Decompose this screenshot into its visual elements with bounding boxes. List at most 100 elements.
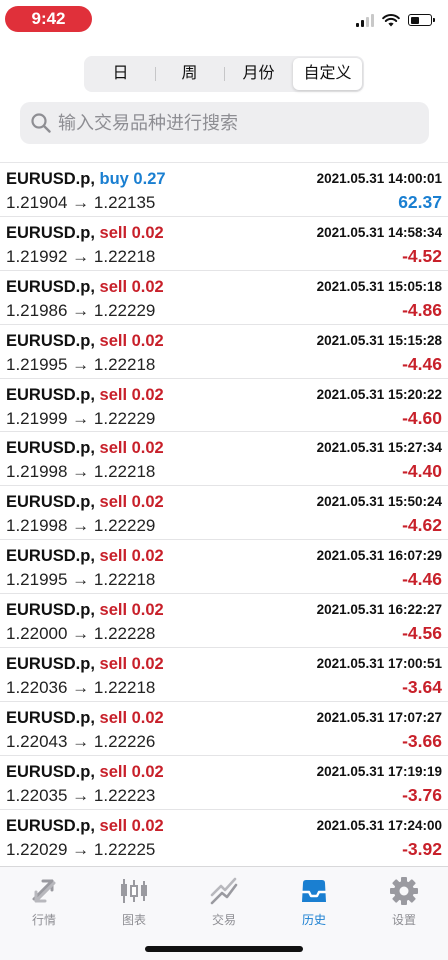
tab-quotes[interactable]: 行情 [4, 875, 84, 931]
trade-date: 2021.05.31 15:50:24 [316, 494, 442, 510]
trade-symbol-line: EURUSD.p, sell 0.02 [6, 332, 164, 351]
trade-prices: 1.21998 → 1.22218 [6, 462, 156, 482]
status-icons [356, 12, 435, 28]
trade-profit: -3.64 [402, 677, 442, 698]
trade-profit: -4.60 [402, 407, 442, 428]
trade-date: 2021.05.31 17:24:00 [316, 817, 442, 833]
trade-symbol-line: EURUSD.p, sell 0.02 [6, 763, 164, 782]
trade-symbol-line: EURUSD.p, sell 0.02 [6, 439, 164, 458]
trade-side: sell 0.02 [99, 816, 164, 835]
trade-row[interactable]: EURUSD.p, sell 0.02 1.21986 → 1.22229 2021… [0, 271, 448, 325]
trade-side: sell 0.02 [99, 762, 164, 781]
trade-row[interactable]: EURUSD.p, sell 0.02 1.22000 → 1.22228 2021… [0, 594, 448, 649]
trade-side: sell 0.02 [99, 277, 164, 296]
trade-prices: 1.22000 → 1.22228 [6, 624, 156, 644]
trade-prices: 1.21992 → 1.22218 [6, 246, 156, 266]
trade-row[interactable]: EURUSD.p, sell 0.02 1.21992 → 1.22218 2021… [0, 217, 448, 271]
trade-date: 2021.05.31 14:00:01 [316, 171, 442, 186]
trade-profit: -4.56 [402, 623, 442, 644]
trade-date: 2021.05.31 15:15:28 [316, 332, 442, 348]
trade-symbol: EURUSD.p, [6, 493, 95, 512]
tab-custom[interactable]: 自定义 [293, 58, 362, 90]
trade-date: 2021.05.31 15:27:34 [316, 440, 442, 456]
trade-row[interactable]: EURUSD.p, buy 0.27 1.21904 → 1.22135 2021.… [0, 163, 448, 217]
trade-side: sell 0.02 [99, 547, 164, 566]
trade-date: 2021.05.31 17:00:51 [316, 656, 442, 672]
trade-symbol: EURUSD.p, [6, 547, 95, 566]
trade-side: sell 0.02 [99, 708, 164, 727]
trade-row[interactable]: EURUSD.p, sell 0.02 1.22036 → 1.22218 2021… [0, 648, 448, 702]
trade-row[interactable]: EURUSD.p, sell 0.02 1.21998 → 1.22229 2021… [0, 486, 448, 541]
period-segmented-control: 日 周 月份 自定义 [84, 56, 364, 92]
trade-profit: -3.76 [402, 784, 442, 805]
trade-profit: -4.62 [402, 515, 442, 536]
trade-row[interactable]: EURUSD.p, sell 0.02 1.22035 → 1.22223 2021… [0, 756, 448, 810]
tab-trade-label: 交易 [211, 913, 236, 927]
trade-profit: -4.46 [402, 569, 442, 590]
trade-side: sell 0.02 [99, 655, 164, 674]
trade-symbol-line: EURUSD.p, sell 0.02 [6, 709, 164, 728]
trade-symbol: EURUSD.p, [6, 277, 95, 296]
search-input[interactable] [58, 112, 408, 134]
tab-settings[interactable]: 设置 [364, 875, 444, 931]
battery-icon [408, 14, 435, 26]
tab-day[interactable]: 日 [86, 58, 155, 90]
status-time: 9:42 [5, 6, 92, 32]
trade-prices: 1.21995 → 1.22218 [6, 354, 156, 374]
trade-side: sell 0.02 [99, 601, 164, 620]
trade-date: 2021.05.31 14:58:34 [316, 224, 442, 240]
tab-settings-label: 设置 [391, 913, 416, 927]
trade-profit: -4.46 [402, 353, 442, 374]
tab-chart[interactable]: 图表 [94, 875, 174, 931]
tab-month[interactable]: 月份 [224, 58, 293, 90]
trade-side: sell 0.02 [99, 331, 164, 350]
trade-prices: 1.22043 → 1.22226 [6, 731, 156, 751]
trade-row[interactable]: EURUSD.p, sell 0.02 1.22029 → 1.22225 2021… [0, 810, 448, 862]
quotes-icon [32, 879, 56, 903]
trade-symbol-line: EURUSD.p, sell 0.02 [6, 655, 164, 674]
trade-symbol: EURUSD.p, [6, 816, 95, 835]
trade-symbol: EURUSD.p, [6, 655, 95, 674]
trade-symbol: EURUSD.p, [6, 223, 95, 242]
search-bar[interactable] [20, 102, 429, 144]
trade-symbol: EURUSD.p, [6, 170, 95, 188]
trade-row[interactable]: EURUSD.p, sell 0.02 1.21999 → 1.22229 2021… [0, 379, 448, 433]
trade-symbol-line: EURUSD.p, sell 0.02 [6, 278, 164, 297]
trade-side: buy 0.27 [99, 170, 166, 188]
trade-side: sell 0.02 [99, 223, 164, 242]
trade-prices: 1.21995 → 1.22218 [6, 570, 156, 590]
trade-profit: -3.92 [402, 838, 442, 859]
trade-date: 2021.05.31 17:07:27 [316, 709, 442, 725]
trade-symbol-line: EURUSD.p, buy 0.27 [6, 170, 166, 189]
trade-profit: -4.52 [402, 245, 442, 266]
history-icon [302, 880, 326, 902]
cellular-signal-icon [356, 13, 374, 27]
tab-history-label: 历史 [301, 913, 326, 927]
tab-week[interactable]: 周 [155, 58, 224, 90]
trade-prices: 1.22036 → 1.22218 [6, 678, 156, 698]
tab-chart-label: 图表 [121, 913, 146, 927]
trade-profit: 62.37 [398, 192, 442, 212]
home-indicator [145, 946, 303, 952]
trade-prices: 1.22035 → 1.22223 [6, 785, 156, 805]
trade-side: sell 0.02 [99, 385, 164, 404]
trade-row[interactable]: EURUSD.p, sell 0.02 1.22043 → 1.22226 2021… [0, 702, 448, 756]
chart-icon [121, 879, 147, 903]
wifi-icon [382, 13, 400, 26]
tab-history[interactable]: 历史 [274, 875, 354, 931]
trade-row[interactable]: EURUSD.p, sell 0.02 1.21995 → 1.22218 2021… [0, 540, 448, 595]
trade-symbol: EURUSD.p, [6, 385, 95, 404]
trade-date: 2021.05.31 16:22:27 [316, 602, 442, 618]
trade-symbol-line: EURUSD.p, sell 0.02 [6, 817, 164, 836]
trade-profit: -4.40 [402, 461, 442, 482]
trade-profit: -3.66 [402, 730, 442, 751]
tab-trade[interactable]: 交易 [184, 875, 264, 931]
trade-prices: 1.21999 → 1.22229 [6, 408, 156, 428]
trade-symbol-line: EURUSD.p, sell 0.02 [6, 224, 164, 243]
gear-icon [390, 877, 418, 905]
trade-row[interactable]: EURUSD.p, sell 0.02 1.21995 → 1.22218 2021… [0, 325, 448, 379]
trade-date: 2021.05.31 17:19:19 [316, 763, 442, 779]
trade-icon [210, 877, 238, 905]
trade-symbol-line: EURUSD.p, sell 0.02 [6, 386, 164, 405]
trade-row[interactable]: EURUSD.p, sell 0.02 1.21998 → 1.22218 2021… [0, 432, 448, 487]
